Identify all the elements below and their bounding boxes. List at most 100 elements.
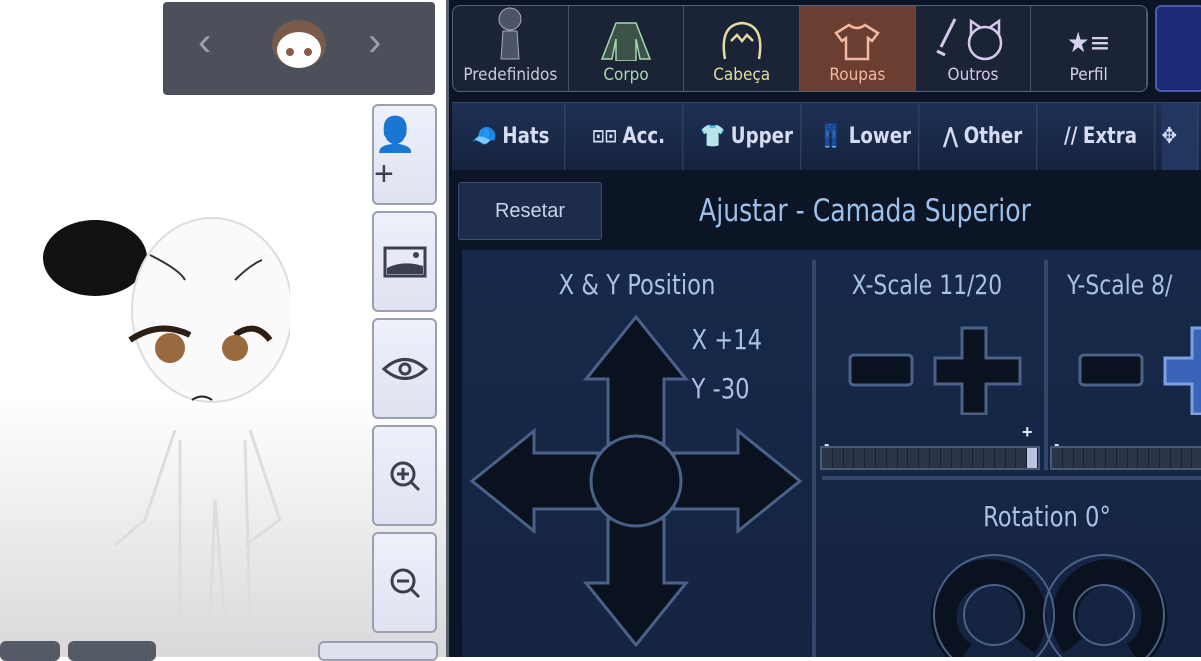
- slider-segment: [822, 448, 833, 468]
- glasses-icon: ⊡⊡: [591, 126, 617, 147]
- tab-corpo[interactable]: Corpo: [569, 6, 685, 91]
- sword-and-cat-icon: [936, 18, 1003, 61]
- background-button[interactable]: [372, 211, 437, 312]
- character-selector: ‹ ›: [163, 2, 435, 95]
- clothing-subtabs: 🧢 Hats ⊡⊡ Acc. 👕 Upper 👖 Lower ⋀ Other //Extr…: [452, 102, 1201, 170]
- subtab-move[interactable]: ✥: [1161, 103, 1199, 170]
- character-preview[interactable]: [30, 200, 290, 640]
- slider-segment: [854, 448, 866, 468]
- slider-segment: [875, 448, 887, 468]
- center-button[interactable]: [589, 434, 683, 528]
- tab-label: Roupas: [829, 65, 886, 85]
- subtab-other[interactable]: ⋀ Other: [929, 103, 1038, 170]
- main-tabs: Predefinidos Corpo Cabeça Roupas Outros …: [452, 5, 1148, 92]
- arrow-right-button[interactable]: [672, 427, 802, 535]
- slider-segment: [1027, 448, 1038, 468]
- slider-segment: [897, 448, 909, 468]
- slider-segment: [1052, 448, 1063, 468]
- subtab-label: Extra: [1082, 124, 1138, 149]
- pants-icon: 👖: [818, 124, 844, 149]
- y-scale-buttons: [1078, 326, 1201, 415]
- slider-segment: [865, 448, 876, 468]
- subtab-acc[interactable]: ⊡⊡ Acc.: [575, 103, 684, 170]
- slider-segment: [886, 448, 898, 468]
- y-scale-minus-button[interactable]: [1078, 353, 1144, 387]
- cap-icon: 🧢: [471, 124, 497, 149]
- x-scale-buttons: [848, 326, 1022, 415]
- subtab-label: Acc.: [622, 124, 666, 149]
- arrow-down-button[interactable]: [582, 517, 690, 647]
- slider-segment: [1073, 448, 1085, 468]
- hair-icon: [722, 21, 762, 60]
- subtab-upper[interactable]: 👕 Upper: [693, 103, 802, 170]
- x-scale-max-label: +: [1022, 422, 1033, 442]
- subtab-lower[interactable]: 👖 Lower: [811, 103, 920, 170]
- arrow-left-button[interactable]: [470, 427, 600, 535]
- tab-predefinidos[interactable]: Predefinidos: [453, 6, 569, 91]
- subtab-label: Hats: [502, 124, 550, 149]
- slider-segment: [919, 448, 930, 468]
- slider-segment: [1084, 448, 1096, 468]
- y-scale-plus-button[interactable]: [1163, 326, 1201, 415]
- cape-icon: ⋀: [942, 124, 959, 149]
- tab-label: Perfil: [1069, 65, 1108, 85]
- extra-blue-button[interactable]: [1155, 5, 1201, 92]
- slider-segment: [1062, 448, 1074, 468]
- zoom-in-button[interactable]: [372, 425, 437, 526]
- slider-segment: [1138, 448, 1150, 468]
- slider-segment: [1170, 448, 1182, 468]
- slider-segment: [1095, 448, 1106, 468]
- add-character-button[interactable]: 👤+: [372, 104, 437, 205]
- move-icon: ✥: [1161, 124, 1177, 149]
- tab-label: Cabeça: [713, 65, 771, 85]
- panel-title: Ajustar - Camada Superior: [699, 193, 1031, 229]
- x-scale-minus-button[interactable]: [848, 353, 914, 387]
- slider-segment: [1181, 448, 1193, 468]
- divider: [822, 476, 1201, 480]
- tab-outros[interactable]: Outros: [916, 6, 1032, 91]
- subtab-label: Upper: [730, 124, 793, 149]
- tab-label: Corpo: [603, 65, 649, 85]
- slider-segment: [908, 448, 920, 468]
- star-list-icon: ★≡: [1066, 26, 1111, 59]
- slider-segment: [1159, 448, 1171, 468]
- eye-icon: [381, 357, 428, 380]
- slider-segment: [1192, 448, 1201, 468]
- tab-cabeca[interactable]: Cabeça: [684, 6, 801, 91]
- divider: [1044, 260, 1048, 470]
- background-image-icon: [383, 246, 426, 277]
- shirt-icon: 👕: [700, 124, 726, 149]
- tab-perfil[interactable]: ★≡ Perfil: [1031, 6, 1147, 91]
- y-scale-slider[interactable]: [1050, 446, 1201, 470]
- slider-segment: [962, 448, 974, 468]
- chevron-left-icon[interactable]: ‹: [198, 20, 211, 65]
- adjust-controls: X & Y Position X +14 Y -30 X-Scale 11/20…: [462, 250, 1201, 657]
- bottom-button[interactable]: [0, 641, 60, 661]
- tab-label: Predefinidos: [463, 65, 558, 85]
- y-scale-title: Y-Scale 8/: [1067, 270, 1173, 301]
- bottom-button[interactable]: [318, 641, 438, 661]
- slider-segment: [1105, 448, 1117, 468]
- subtab-hats[interactable]: 🧢 Hats: [457, 103, 566, 170]
- subtab-extra[interactable]: //Extra: [1047, 103, 1156, 170]
- tab-roupas[interactable]: Roupas: [800, 6, 916, 91]
- slashes-icon: //: [1064, 124, 1078, 149]
- chevron-right-icon[interactable]: ›: [368, 20, 381, 65]
- slider-segment: [983, 448, 995, 468]
- position-title: X & Y Position: [558, 268, 716, 301]
- reset-button[interactable]: Resetar: [458, 182, 602, 240]
- jacket-icon: [600, 22, 652, 61]
- zoom-out-button[interactable]: [372, 532, 437, 633]
- rotation-title: Rotation 0°: [983, 500, 1111, 533]
- slider-segment: [940, 448, 952, 468]
- character-head-avatar[interactable]: [270, 18, 328, 70]
- visibility-button[interactable]: [372, 318, 437, 419]
- bottom-button[interactable]: [68, 641, 156, 661]
- shirt-icon: [834, 23, 881, 61]
- slider-segment: [1149, 448, 1160, 468]
- rotation-buttons: [930, 554, 1168, 657]
- arrow-up-button[interactable]: [582, 315, 690, 445]
- x-scale-plus-button[interactable]: [933, 326, 1022, 415]
- tab-label: Outros: [947, 65, 999, 85]
- x-scale-slider[interactable]: [820, 446, 1040, 470]
